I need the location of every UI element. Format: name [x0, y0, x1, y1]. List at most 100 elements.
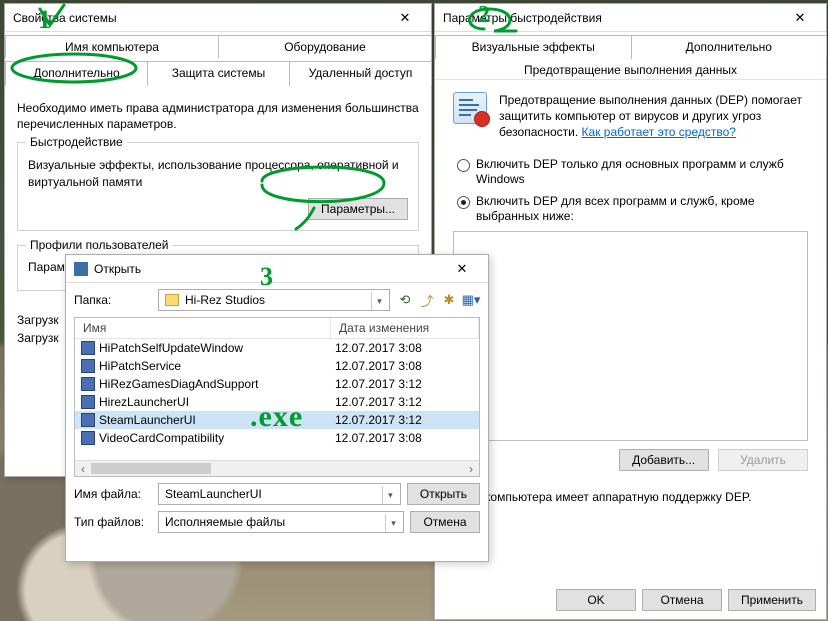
- tab-system-protection[interactable]: Защита системы: [147, 61, 290, 86]
- back-icon[interactable]: ⟲: [396, 291, 414, 309]
- ok-button[interactable]: OK: [556, 589, 636, 611]
- radio-icon[interactable]: [457, 159, 470, 172]
- file-name: VideoCardCompatibility: [99, 431, 224, 445]
- file-row[interactable]: HiRezGamesDiagAndSupport 12.07.2017 3:12: [75, 375, 479, 393]
- col-date[interactable]: Дата изменения: [331, 318, 479, 338]
- folder-toolbar: ⟲ ⤴ ✱ ▦▾: [396, 291, 480, 309]
- win1-titlebar[interactable]: Свойства системы ✕: [5, 4, 431, 32]
- folder-icon: [165, 294, 179, 306]
- dep-option-all-label: Включить DEP для всех программ и служб, …: [476, 194, 808, 225]
- perf-settings-button[interactable]: Параметры...: [308, 198, 408, 220]
- scroll-thumb[interactable]: [91, 463, 211, 474]
- apply-button[interactable]: Применить: [728, 589, 816, 611]
- dep-howitworks-link[interactable]: Как работает это средство?: [582, 125, 736, 139]
- win1-tabs-row1: Имя компьютера Оборудование: [5, 32, 431, 59]
- file-date: 12.07.2017 3:12: [331, 413, 479, 427]
- folder-combo[interactable]: Hi-Rez Studios ▾: [158, 289, 390, 311]
- dep-description: Предотвращение выполнения данных (DEP) п…: [499, 92, 808, 141]
- dep-hw-note: этого компьютера имеет аппаратную поддер…: [453, 489, 808, 505]
- file-name: SteamLauncherUI: [99, 413, 196, 427]
- dep-option-essential-label: Включить DEP только для основных програм…: [476, 157, 808, 188]
- group-performance-title: Быстродействие: [26, 135, 127, 149]
- file-date: 12.07.2017 3:12: [331, 377, 479, 391]
- win2-close-icon[interactable]: ✕: [780, 5, 820, 31]
- col-name[interactable]: Имя: [75, 318, 331, 338]
- scroll-right-icon[interactable]: ›: [463, 461, 479, 476]
- win1-title: Свойства системы: [13, 11, 385, 25]
- tab-advanced2[interactable]: Дополнительно: [631, 35, 828, 59]
- performance-options-window: Параметры быстродействия ✕ Визуальные эф…: [434, 3, 827, 620]
- file-name: HiPatchSelfUpdateWindow: [99, 341, 243, 355]
- chevron-down-icon[interactable]: ▾: [382, 486, 398, 504]
- dep-option-all[interactable]: Включить DEP для всех программ и служб, …: [457, 194, 808, 225]
- win3-titlebar[interactable]: Открыть ✕: [66, 255, 488, 283]
- file-date: 12.07.2017 3:08: [331, 431, 479, 445]
- folder-row: Папка: Hi-Rez Studios ▾ ⟲ ⤴ ✱ ▦▾: [74, 289, 480, 311]
- cancel-button[interactable]: Отмена: [642, 589, 722, 611]
- dep-remove-button: Удалить: [718, 449, 808, 471]
- exe-file-icon: [81, 395, 95, 409]
- file-row[interactable]: HiPatchSelfUpdateWindow 12.07.2017 3:08: [75, 339, 479, 357]
- dialog-app-icon: [74, 262, 88, 276]
- scroll-left-icon[interactable]: ‹: [75, 461, 91, 476]
- group-performance: Быстродействие Визуальные эффекты, испол…: [17, 142, 419, 230]
- filetype-label: Тип файлов:: [74, 515, 152, 529]
- group-profiles-title: Профили пользователей: [26, 238, 172, 252]
- cancel-open-button[interactable]: Отмена: [410, 511, 480, 533]
- dep-add-button[interactable]: Добавить...: [619, 449, 709, 471]
- new-folder-icon[interactable]: ✱: [440, 291, 458, 309]
- exe-file-icon: [81, 377, 95, 391]
- filetype-value: Исполняемые файлы: [165, 515, 285, 529]
- win2-footer: OK Отмена Применить: [556, 589, 816, 611]
- win2-tabs: Визуальные эффекты Дополнительно: [435, 32, 826, 59]
- file-name: HiRezGamesDiagAndSupport: [99, 377, 258, 391]
- dep-exclusion-list[interactable]: [453, 231, 808, 441]
- chevron-down-icon[interactable]: ▾: [385, 514, 401, 532]
- radio-checked-icon[interactable]: [457, 196, 470, 209]
- tab-remote[interactable]: Удаленный доступ: [289, 61, 432, 86]
- exe-file-icon: [81, 413, 95, 427]
- views-icon[interactable]: ▦▾: [462, 291, 480, 309]
- filetype-row: Тип файлов: Исполняемые файлы ▾ Отмена: [74, 511, 480, 533]
- exe-file-icon: [81, 359, 95, 373]
- file-row[interactable]: HiPatchService 12.07.2017 3:08: [75, 357, 479, 375]
- file-list[interactable]: Имя Дата изменения HiPatchSelfUpdateWind…: [74, 317, 480, 477]
- tab-computer-name[interactable]: Имя компьютера: [5, 35, 219, 59]
- win2-titlebar[interactable]: Параметры быстродействия ✕: [435, 4, 826, 32]
- win3-title: Открыть: [94, 262, 442, 276]
- filename-input[interactable]: SteamLauncherUI ▾: [158, 483, 401, 505]
- win2-title: Параметры быстродействия: [443, 11, 780, 25]
- filename-row: Имя файла: SteamLauncherUI ▾ Открыть: [74, 483, 480, 505]
- win1-tabs-row2: Дополнительно Защита системы Удаленный д…: [5, 58, 431, 86]
- file-date: 12.07.2017 3:08: [331, 359, 479, 373]
- scroll-track[interactable]: [91, 461, 463, 476]
- file-date: 12.07.2017 3:12: [331, 395, 479, 409]
- dep-option-essential[interactable]: Включить DEP только для основных програм…: [457, 157, 808, 188]
- file-row[interactable]: SteamLauncherUI 12.07.2017 3:12: [75, 411, 479, 429]
- file-list-header[interactable]: Имя Дата изменения: [75, 318, 479, 339]
- file-name: HirezLauncherUI: [99, 395, 189, 409]
- folder-label: Папка:: [74, 293, 152, 307]
- dep-shield-icon: [453, 92, 487, 124]
- open-button[interactable]: Открыть: [407, 483, 480, 505]
- tab-hardware[interactable]: Оборудование: [218, 35, 432, 59]
- exe-file-icon: [81, 431, 95, 445]
- file-row[interactable]: HirezLauncherUI 12.07.2017 3:12: [75, 393, 479, 411]
- file-date: 12.07.2017 3:08: [331, 341, 479, 355]
- tab-visual-effects[interactable]: Визуальные эффекты: [435, 35, 632, 59]
- win1-intro: Необходимо иметь права администратора дл…: [17, 100, 419, 132]
- tab-dep[interactable]: Предотвращение выполнения данных: [435, 59, 826, 80]
- folder-value: Hi-Rez Studios: [185, 293, 265, 307]
- file-name: HiPatchService: [99, 359, 181, 373]
- tab-advanced[interactable]: Дополнительно: [5, 61, 148, 86]
- horizontal-scrollbar[interactable]: ‹ ›: [75, 460, 479, 476]
- open-file-dialog: Открыть ✕ Папка: Hi-Rez Studios ▾ ⟲ ⤴ ✱ …: [65, 254, 489, 562]
- filetype-combo[interactable]: Исполняемые файлы ▾: [158, 511, 404, 533]
- win3-close-icon[interactable]: ✕: [442, 256, 482, 282]
- dep-hw-note-text: этого компьютера имеет аппаратную поддер…: [453, 490, 752, 504]
- chevron-down-icon[interactable]: ▾: [371, 292, 387, 310]
- win1-close-icon[interactable]: ✕: [385, 5, 425, 31]
- up-folder-icon[interactable]: ⤴: [418, 291, 436, 309]
- exe-file-icon: [81, 341, 95, 355]
- file-row[interactable]: VideoCardCompatibility 12.07.2017 3:08: [75, 429, 479, 447]
